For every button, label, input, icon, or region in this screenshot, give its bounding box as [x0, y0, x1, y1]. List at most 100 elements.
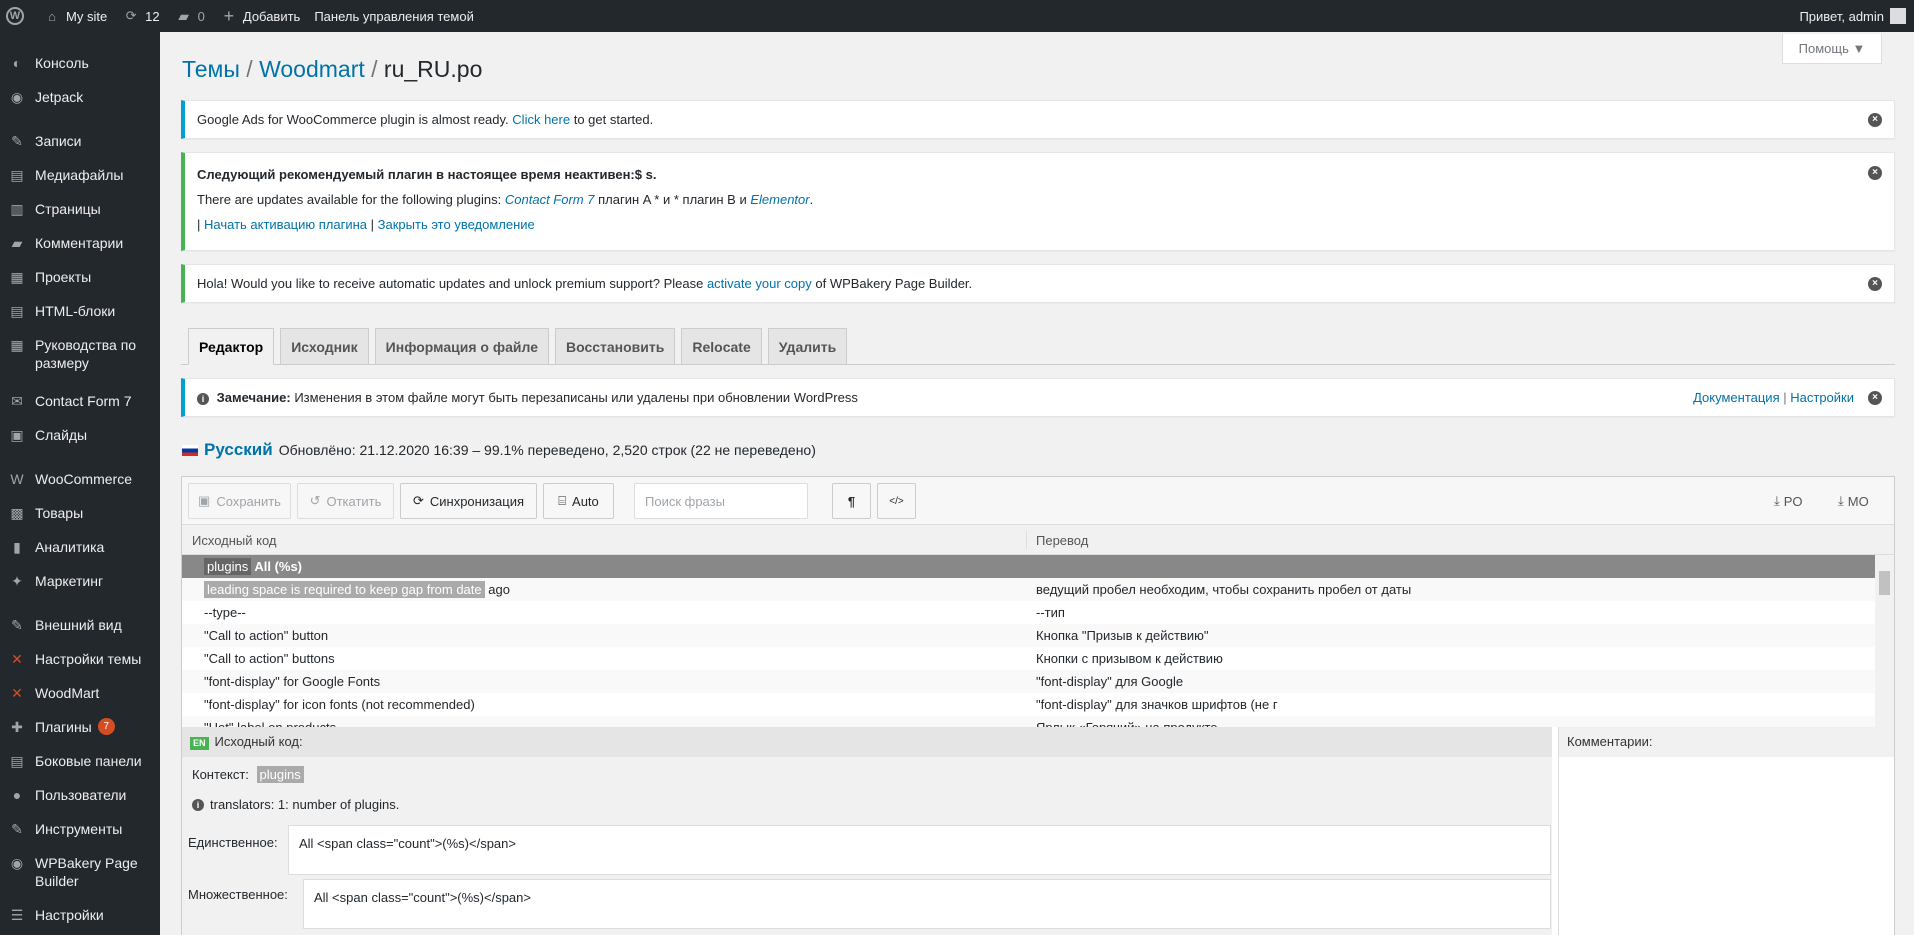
language-link[interactable]: Русский [204, 440, 273, 460]
table-row[interactable]: plugins All (%s) [182, 555, 1875, 578]
breadcrumb-themes[interactable]: Темы [182, 56, 240, 82]
home-icon: ⌂ [48, 8, 56, 24]
search-input[interactable] [634, 483, 808, 519]
help-button[interactable]: Помощь ▼ [1782, 34, 1882, 64]
click-here-link[interactable]: Click here [512, 112, 570, 127]
tab-0[interactable]: Редактор [188, 328, 275, 365]
sidebar-item[interactable]: ▤ Медиафайлы [0, 166, 160, 184]
theme-panel-link[interactable]: Панель управления темой [307, 0, 481, 32]
source-text: "font-display" for icon fonts (not recom… [204, 697, 475, 712]
sidebar-item[interactable]: ☰ Настройки [0, 906, 160, 924]
new-content-link[interactable]: + Добавить [212, 0, 307, 32]
tab-4[interactable]: Relocate [681, 328, 762, 364]
comments-pane-title: Комментарии: [1567, 734, 1653, 749]
code-view-toggle[interactable]: </> [877, 483, 916, 519]
sidebar-item[interactable]: ◉ WPBakery Page Builder [0, 854, 160, 890]
translation-column-header[interactable]: Перевод [1036, 533, 1088, 548]
source-column-header[interactable]: Исходный код [192, 533, 277, 548]
source-cell: "Call to action" button [204, 624, 328, 647]
breadcrumb-woodmart[interactable]: Woodmart [259, 56, 365, 82]
plural-source-field[interactable]: All <span class="count">(%s)</span> [303, 879, 1551, 929]
tab-2[interactable]: Информация о файле [374, 328, 549, 364]
notice-text: Google Ads for WooCommerce plugin is alm… [197, 112, 509, 127]
site-name-link[interactable]: ⌂ My site [35, 0, 114, 32]
revert-button[interactable]: ↺ Откатить [297, 483, 394, 519]
sidebar-item[interactable]: ▥ Страницы [0, 200, 160, 218]
dismiss-icon[interactable]: × [1868, 113, 1882, 127]
table-row[interactable]: "font-display" for Google Fonts "font-dis… [182, 670, 1875, 693]
settings-link[interactable]: Настройки [1790, 390, 1854, 405]
tab-3[interactable]: Восстановить [554, 328, 676, 364]
pin-icon: ✎ [11, 133, 23, 149]
account-menu[interactable]: Привет, admin [1799, 0, 1906, 32]
sep: | [197, 217, 201, 232]
table-row[interactable]: "Call to action" button Кнопка "Призыв к … [182, 624, 1875, 647]
source-text: "Call to action" buttons [204, 651, 335, 666]
sidebar-item[interactable]: ◐ Консоль [0, 54, 160, 72]
sync-icon: ⟳ [412, 493, 424, 508]
sidebar-item[interactable]: ▩ Товары [0, 504, 160, 522]
translation-cell: "font-display" для значков шрифтов (не г [1036, 697, 1278, 712]
scrollbar-thumb[interactable] [1879, 571, 1890, 595]
singular-source-field[interactable]: All <span class="count">(%s)</span> [288, 825, 1551, 875]
tab-1[interactable]: Исходник [280, 328, 369, 364]
sidebar-item[interactable]: ✕ Настройки темы [0, 650, 160, 668]
save-button[interactable]: ▣ Сохранить [188, 483, 291, 519]
sidebar-item[interactable]: ✎ Инструменты [0, 820, 160, 838]
blocks-icon: ▤ [10, 303, 24, 319]
dismiss-icon[interactable]: × [1868, 277, 1882, 291]
dismiss-icon[interactable]: × [1868, 166, 1882, 180]
tab-5[interactable]: Удалить [767, 328, 848, 364]
activate-plugin-link[interactable]: Начать активацию плагина [204, 217, 367, 232]
theme-settings-icon: ✕ [11, 651, 23, 667]
list-scrollbar[interactable] [1875, 555, 1894, 727]
table-row[interactable]: "Call to action" buttons Кнопки с призыво… [182, 647, 1875, 670]
sidebar-item[interactable]: ✎ Записи [0, 132, 160, 150]
sidebar-item[interactable]: ✉ Contact Form 7 [0, 392, 160, 410]
pages-icon: ▥ [10, 201, 24, 217]
sidebar-item[interactable]: ✦ Маркетинг [0, 572, 160, 590]
source-text: All (%s) [254, 559, 303, 574]
sidebar-item[interactable]: ▣ Слайды [0, 426, 160, 444]
column-divider [1026, 531, 1027, 549]
sidebar-item[interactable]: ▦ Проекты [0, 268, 160, 286]
users-icon: ● [12, 787, 22, 803]
singular-source-text: All <span class="count">(%s)</span> [299, 836, 516, 851]
invisibles-toggle[interactable]: ¶ [832, 483, 871, 519]
comments-link[interactable]: ▰ 0 [167, 0, 212, 32]
table-row[interactable]: leading space is required to keep gap fr… [182, 578, 1875, 601]
elementor-link[interactable]: Elementor [750, 192, 809, 207]
sidebar-item-label: Аналитика [35, 539, 105, 555]
documentation-link[interactable]: Документация [1693, 390, 1780, 405]
wp-logo-button[interactable]: W [0, 0, 35, 32]
sidebar-item[interactable]: ✎ Внешний вид [0, 616, 160, 634]
sidebar-item[interactable]: ▤ HTML-блоки [0, 302, 160, 320]
contact-form-7-link[interactable]: Contact Form 7 [505, 192, 595, 207]
sidebar-item[interactable]: ▦ Руководства по размеру [0, 336, 160, 372]
comments-pane-header: Комментарии: [1559, 727, 1894, 757]
table-row[interactable]: "font-display" for icon fonts (not recom… [182, 693, 1875, 716]
download-po-button[interactable]: ⤓ PO [1774, 493, 1803, 509]
comments-textarea[interactable] [1559, 757, 1894, 935]
sidebar-item[interactable]: ✚ Плагины 7 [0, 718, 160, 736]
save-icon: ▣ [198, 493, 211, 508]
dismiss-notice-link[interactable]: Закрыть это уведомление [378, 217, 535, 232]
sync-button[interactable]: ⟳ Синхронизация [400, 483, 537, 519]
notice-text: Hola! Would you like to receive automati… [197, 276, 704, 291]
table-row[interactable]: --type-- --тип [182, 601, 1875, 624]
sidebar-item-label: Настройки [35, 907, 104, 923]
dismiss-icon[interactable]: × [1868, 391, 1882, 405]
activate-copy-link[interactable]: activate your copy [707, 276, 812, 291]
sidebar-item[interactable]: ◉ Jetpack [0, 88, 160, 106]
auto-translate-button[interactable]: ⌸ Auto [543, 483, 614, 519]
sidebar-item[interactable]: ▤ Боковые панели [0, 752, 160, 770]
sidebar-item[interactable]: ● Пользователи [0, 786, 160, 804]
sidebar-item[interactable]: W WooCommerce [0, 470, 160, 488]
sidebar-item[interactable]: ✕ WoodMart [0, 684, 160, 702]
updates-link[interactable]: ⟳ 12 [114, 0, 166, 32]
table-row[interactable]: "Hot" label on products Ярлык «Горячий» н… [182, 716, 1875, 727]
source-text: ago [488, 582, 510, 597]
download-mo-button[interactable]: ⤓ MO [1838, 493, 1869, 509]
sidebar-item[interactable]: ▰ Комментарии [0, 234, 160, 252]
sidebar-item[interactable]: ▮ Аналитика [0, 538, 160, 556]
